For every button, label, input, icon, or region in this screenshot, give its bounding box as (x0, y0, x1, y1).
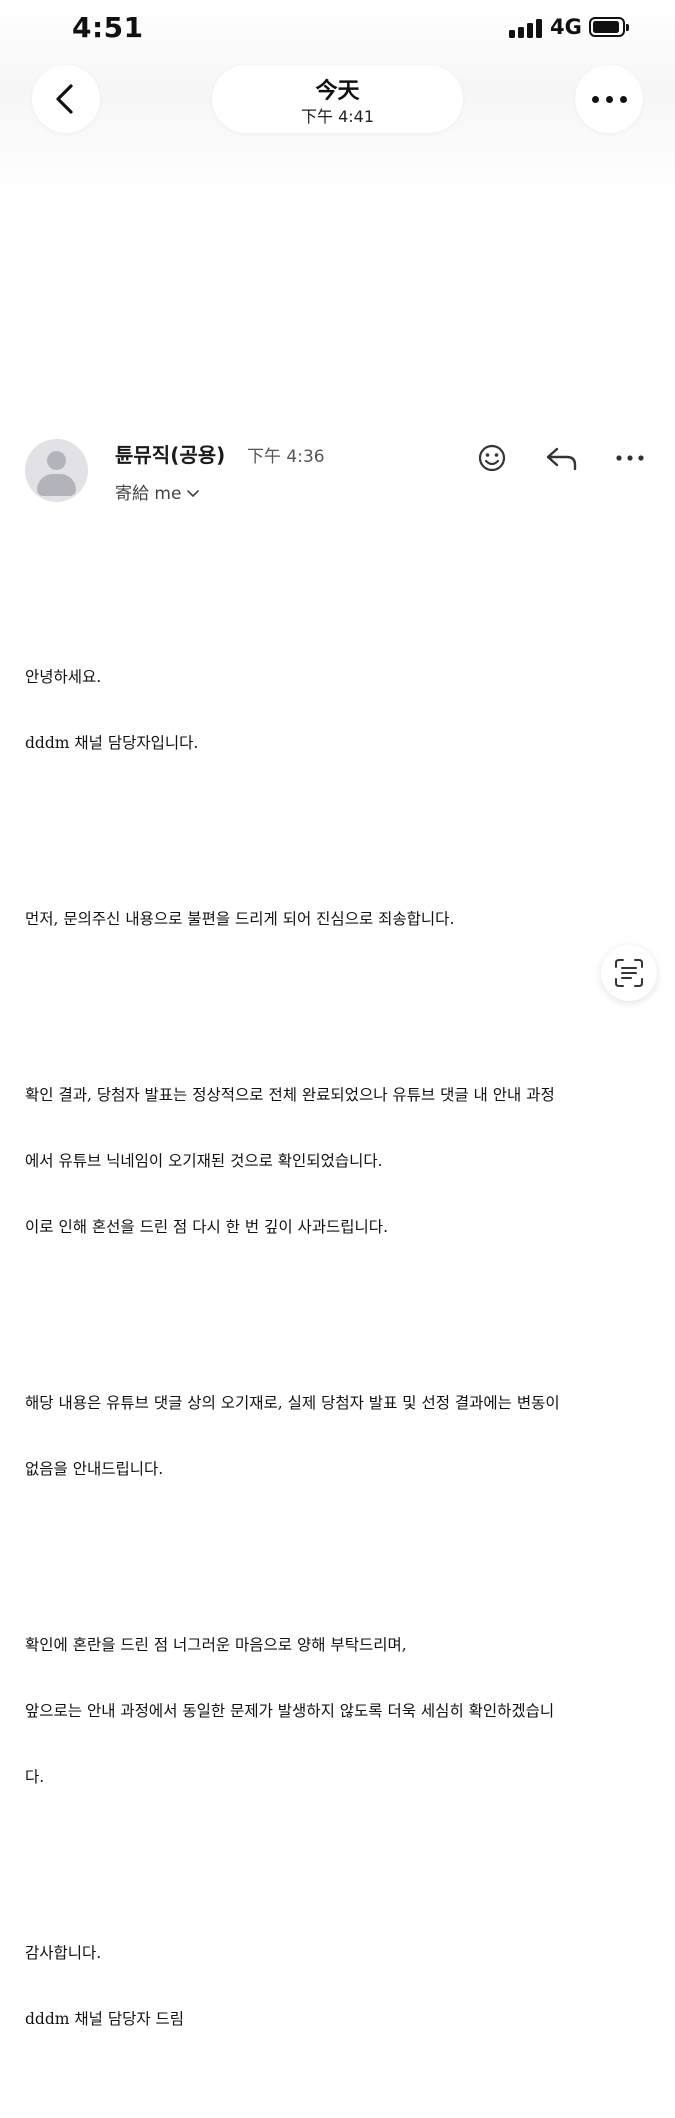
message-body: 안녕하세요. dddm 채널 담당자입니다. 먼저, 문의주신 내용으로 불편을… (25, 578, 655, 2118)
body-line: 확인에 혼란을 드린 점 너그러운 마음으로 양해 부탁드리며, (25, 1636, 407, 1654)
chevron-down-icon (187, 490, 200, 497)
more-options-button[interactable] (575, 65, 643, 133)
date-title: 今天 (315, 79, 360, 104)
sender-name[interactable]: 튠뮤직(공용) (115, 439, 225, 468)
body-line: 앞으로는 안내 과정에서 동일한 문제가 발생하지 않도록 더욱 세심히 확인하… (25, 1702, 555, 1720)
body-paragraph: 해당 내용은 유튜브 댓글 상의 오기재로, 실제 당첨자 발표 및 선정 결과… (25, 1348, 655, 1524)
body-paragraph: 안녕하세요. dddm 채널 담당자입니다. (25, 622, 655, 798)
battery-icon (589, 17, 629, 37)
signal-strength-icon (509, 18, 543, 38)
body-paragraph: 확인 결과, 당첨자 발표는 정상적으로 전체 완료되었으나 유튜브 댓글 내 … (25, 1040, 655, 1282)
recipient-label: 寄給 me (115, 484, 182, 504)
body-line: 다. (25, 1768, 45, 1786)
body-paragraph: 확인에 혼란을 드린 점 너그러운 마음으로 양해 부탁드리며, 앞으로는 안내… (25, 1590, 655, 1832)
reply-button[interactable] (543, 440, 579, 476)
date-subtitle: 下午 4:41 (300, 107, 375, 126)
body-paragraph: 먼저, 문의주신 내용으로 불편을 드리게 되어 진심으로 죄송합니다. (25, 864, 655, 974)
sent-time: 下午 4:36 (247, 447, 325, 467)
conversation-title[interactable]: 今天 下午 4:41 (212, 65, 463, 133)
body-line: dddm 채널 담당자입니다. (25, 734, 199, 752)
live-text-button[interactable] (601, 945, 657, 1001)
body-line: 에서 유튜브 닉네임이 오기재된 것으로 확인되었습니다. (25, 1152, 383, 1170)
body-line: 감사합니다. (25, 1944, 102, 1962)
emoji-icon (478, 444, 506, 472)
text-scan-icon (615, 959, 643, 987)
body-paragraph: 감사합니다. dddm 채널 담당자 드림 (25, 1898, 655, 2074)
network-type: 4G (550, 15, 582, 39)
body-line: 먼저, 문의주신 내용으로 불편을 드리게 되어 진심으로 죄송합니다. (25, 910, 455, 928)
body-line: 안녕하세요. (25, 668, 102, 686)
body-line: 해당 내용은 유튜브 댓글 상의 오기재로, 실제 당첨자 발표 및 선정 결과… (25, 1394, 560, 1412)
more-horizontal-icon (592, 96, 628, 103)
message-more-button[interactable] (613, 440, 649, 476)
recipient-details[interactable]: 寄給 me (115, 479, 200, 504)
chevron-left-icon (56, 84, 73, 114)
status-bar: 4:51 4G (0, 0, 675, 56)
add-reaction-button[interactable] (474, 440, 510, 476)
back-button[interactable] (32, 65, 100, 133)
body-line: 없음을 안내드립니다. (25, 1460, 164, 1478)
body-line: dddm 채널 담당자 드림 (25, 2010, 185, 2028)
status-time: 4:51 (72, 11, 144, 44)
more-horizontal-icon (616, 455, 644, 461)
reply-icon (546, 447, 577, 471)
avatar[interactable] (25, 439, 88, 502)
body-line: 이로 인해 혼선을 드린 점 다시 한 번 깊이 사과드립니다. (25, 1218, 388, 1236)
body-line: 확인 결과, 당첨자 발표는 정상적으로 전체 완료되었으나 유튜브 댓글 내 … (25, 1086, 555, 1104)
